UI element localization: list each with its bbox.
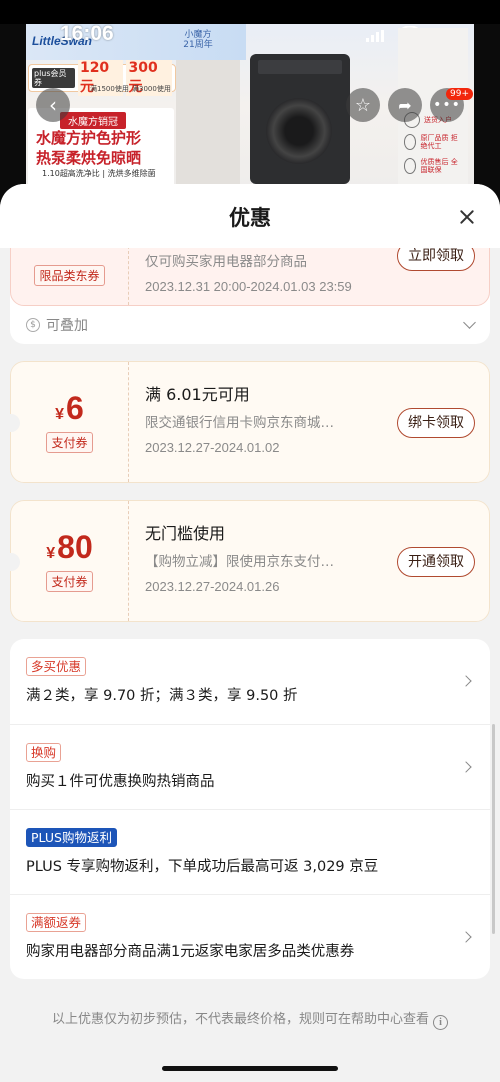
signal-icon <box>366 30 384 42</box>
close-icon[interactable] <box>460 210 474 224</box>
coupon-value: ¥6 支付券 <box>10 362 129 482</box>
washer-door <box>266 98 332 164</box>
status-time: 16:06 <box>60 22 114 45</box>
stack-icon: $ <box>26 318 40 332</box>
feature-text: 优质售后 全国联保 <box>420 158 458 174</box>
coupon-card-payment-80: ¥80 支付券 无门槛使用 【购物立减】限使用京东支付… 2023.12.27-… <box>10 500 490 622</box>
feature-text: 原厂品质 拒绝代工 <box>420 134 458 150</box>
coupon-type-tag: 限品类东券 <box>34 264 105 286</box>
amount-value: 80 <box>57 528 93 565</box>
status-bar <box>0 0 500 24</box>
promo-tag: 满额返券 <box>26 913 87 932</box>
promo-text: 购家用电器部分商品满1元返家电家居多品类优惠券 <box>26 944 355 960</box>
ticket-notch <box>10 553 20 571</box>
coupon-card-payment-6: ¥6 支付券 满 6.01元可用 限交通银行信用卡购京东商城… 2023.12.… <box>10 361 490 483</box>
favorite-button[interactable]: ☆ <box>346 88 380 122</box>
coupon-value: ¥80 支付券 <box>10 501 129 621</box>
promo-item-trade-up[interactable]: 换购 购买１件可优惠换购热销商品 <box>10 724 490 809</box>
share-icon: ➦ <box>398 95 412 115</box>
washer-panel <box>258 60 342 74</box>
info-icon[interactable]: i <box>433 1015 448 1030</box>
promo-tag: 换购 <box>26 743 62 762</box>
promo-text: 购买１件可优惠换购热销商品 <box>26 774 215 790</box>
currency-symbol: ¥ <box>46 544 56 562</box>
coupon-ticket: ¥6 支付券 满 6.01元可用 限交通银行信用卡购京东商城… 2023.12.… <box>10 361 490 483</box>
stackable-label: 可叠加 <box>46 318 88 334</box>
coupon-title: 无门槛使用 <box>145 524 226 543</box>
coupon-type-tag: 支付券 <box>46 431 93 453</box>
coupon-desc: 限交通银行信用卡购京东商城… <box>145 415 334 431</box>
home-indicator <box>162 1066 338 1071</box>
coupon-amount: ¥80 <box>46 531 93 563</box>
sheet-title: 优惠 <box>229 206 271 230</box>
banner-tag: 水魔方销冠 <box>60 112 126 129</box>
brand-sub: 小魔方 21周年 <box>183 30 213 50</box>
amount-value: 6 <box>66 389 84 426</box>
coupon-date: 2023.12.27-2024.01.02 <box>145 440 280 455</box>
banner-headline: 水魔方护色护形 热泵柔烘免晾晒 <box>36 128 141 168</box>
coupon-info: 无门槛使用 【购物立减】限使用京东支付… 2023.12.27-2024.01.… <box>129 501 489 621</box>
banner-headline-2: 热泵柔烘免晾晒 <box>36 149 142 167</box>
promo-text: PLUS 专享购物返利，下单成功后最高可返 3,029 京豆 <box>26 859 379 875</box>
coupon-amount: ¥6 <box>55 392 84 424</box>
stackable-row[interactable]: $ 可叠加 <box>10 306 490 344</box>
footer-note-text: 以上优惠仅为初步预估，不代表最终价格，规则可在帮助中心查看 <box>51 1012 429 1027</box>
coupon-desc: 【购物立减】限使用京东支付… <box>145 554 334 570</box>
coupon-date: 2023.12.31 20:00-2024.01.03 23:59 <box>145 279 352 294</box>
promo-label: plus会员券 <box>32 68 75 88</box>
chevron-down-icon <box>463 316 476 329</box>
coupon-type-tag: 支付券 <box>46 570 93 592</box>
promo-text: 满２类，享 9.70 折；满３类，享 9.50 折 <box>26 688 298 704</box>
currency-symbol: ¥ <box>55 405 65 423</box>
star-icon: ☆ <box>354 94 372 116</box>
footer-note: 以上优惠仅为初步预估，不代表最终价格，规则可在帮助中心查看 i <box>0 1008 500 1030</box>
promo-tag: PLUS购物返利 <box>26 828 117 847</box>
quality-icon <box>404 134 417 150</box>
banner-small: 1.10超高洗净比 | 洗烘多维除菌 <box>42 169 156 178</box>
service-icon <box>404 158 417 174</box>
feature-3: 优质售后 全国联保 <box>404 158 464 174</box>
coupon-title: 满 6.01元可用 <box>145 385 250 404</box>
feature-2: 原厂品质 拒绝代工 <box>404 134 464 150</box>
coupon-info: 满 6.01元可用 限交通银行信用卡购京东商城… 2023.12.27-2024… <box>129 362 489 482</box>
coupon-desc: 仅可购买家用电器部分商品 <box>145 254 307 270</box>
promo-item-coupon-return[interactable]: 满额返券 购家用电器部分商品满1元返家电家居多品类优惠券 <box>10 894 490 979</box>
coupon-ticket: ¥80 支付券 无门槛使用 【购物立减】限使用京东支付… 2023.12.27-… <box>10 500 490 622</box>
shelf-image <box>176 60 240 200</box>
promo-item-multi-buy[interactable]: 多买优惠 满２类，享 9.70 折；满３类，享 9.50 折 <box>10 639 490 724</box>
sheet-header: 优惠 <box>0 184 500 248</box>
promo-tag: 多买优惠 <box>26 657 87 676</box>
notification-badge: 99+ <box>446 88 473 100</box>
offers-sheet: 优惠 限品类东券 仅可购买家用电器部分商品 2023.12.31 20:00-2… <box>0 184 500 1082</box>
ticket-notch <box>10 414 20 432</box>
activate-button[interactable]: 开通领取 <box>397 547 475 577</box>
promo-sub-1: 满1500使用 <box>90 85 129 93</box>
scrollbar[interactable] <box>492 724 495 934</box>
promo-sub-2: 满3000使用 <box>132 85 171 93</box>
chevron-left-icon: ‹ <box>49 93 57 117</box>
coupon-date: 2023.12.27-2024.01.26 <box>145 579 280 594</box>
back-button[interactable]: ‹ <box>36 88 70 122</box>
bind-card-button[interactable]: 绑卡领取 <box>397 408 475 438</box>
share-button[interactable]: ➦ <box>388 88 422 122</box>
banner-headline-1: 水魔方护色护形 <box>36 129 142 147</box>
promo-item-plus-rebate: PLUS购物返利 PLUS 专享购物返利，下单成功后最高可返 3,029 京豆 <box>10 809 490 894</box>
promotions-list: 多买优惠 满２类，享 9.70 折；满３类，享 9.50 折 换购 购买１件可优… <box>10 639 490 979</box>
